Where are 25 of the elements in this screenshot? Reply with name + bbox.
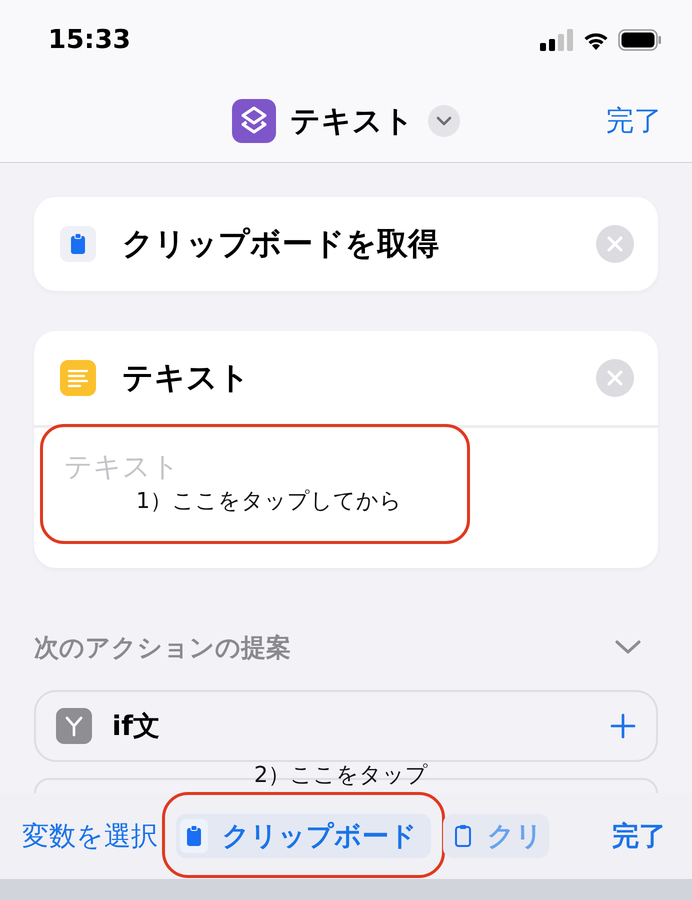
text-input-field[interactable]: テキスト [64, 450, 364, 483]
chevron-down-icon[interactable] [614, 638, 642, 656]
select-variable-button[interactable]: 変数を選択 [22, 818, 158, 854]
shortcut-title[interactable]: テキスト [290, 100, 414, 142]
annotation-text: 2）ここをタップ [254, 762, 428, 790]
clipboard-icon [180, 819, 208, 853]
add-icon[interactable] [610, 713, 636, 739]
text-lines-icon [60, 360, 96, 396]
clipboard-icon [60, 226, 96, 262]
action-title: クリップボードを取得 [122, 225, 440, 264]
signal-icon [540, 29, 574, 51]
variable-chip[interactable]: クリップボード [176, 814, 431, 858]
chevron-down-icon[interactable] [428, 105, 460, 137]
battery-icon [618, 29, 662, 51]
done-button[interactable]: 完了 [612, 818, 666, 854]
branch-icon [56, 708, 92, 744]
shortcuts-app-icon [232, 99, 276, 143]
suggestion-row[interactable]: if文 [34, 690, 658, 762]
status-time: 15:33 [48, 25, 131, 55]
done-button[interactable]: 完了 [606, 102, 662, 140]
variable-chip[interactable]: クリ [443, 814, 549, 858]
clipboard-icon [453, 823, 473, 849]
annotation-text: 1）ここをタップしてから [136, 488, 402, 516]
action-title: テキスト [122, 359, 251, 398]
section-heading: 次のアクションの提案 [34, 632, 291, 664]
